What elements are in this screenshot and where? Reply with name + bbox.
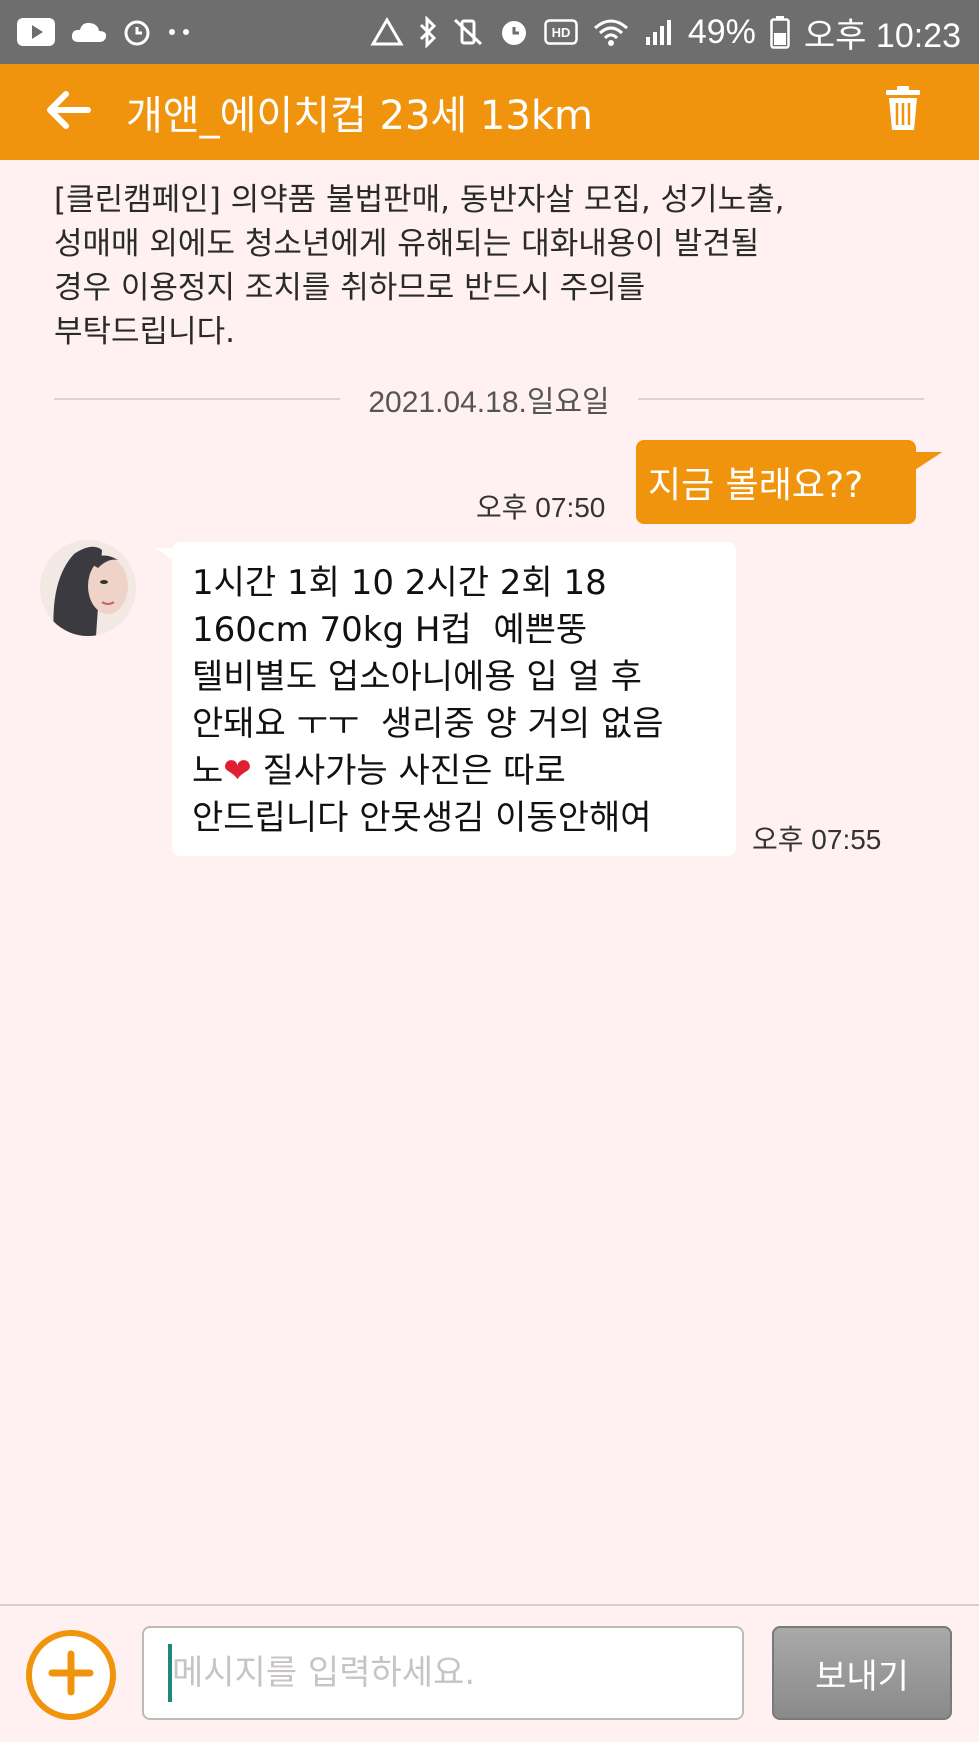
back-button[interactable]	[44, 64, 126, 160]
incoming-message-time: 오후 07:55	[752, 824, 882, 855]
status-bar-left	[16, 17, 194, 47]
divider-line-right	[637, 398, 925, 400]
outgoing-message-bubble[interactable]: 지금 볼래요??	[636, 440, 916, 524]
message-input[interactable]	[142, 1626, 744, 1720]
cloud-icon	[70, 20, 108, 44]
avatar[interactable]	[40, 540, 136, 636]
incoming-message-line-with-heart: 노❤ 질사가능 사진은 따로	[192, 748, 718, 795]
avatar-image	[40, 540, 136, 636]
trash-icon	[883, 86, 923, 136]
signal-icon	[644, 17, 674, 47]
back-arrow-icon	[44, 90, 92, 134]
incoming-message-line: 1시간 1회 10 2시간 2회 18	[192, 563, 607, 603]
recycle-icon	[370, 17, 404, 47]
more-dots-icon	[166, 27, 194, 37]
divider-line-left	[54, 398, 341, 400]
incoming-message-line: 안돼요 ㅜㅜ 생리중 양 거의 없음	[192, 704, 664, 744]
incoming-message-line: 안드립니다 안못생김 이동안해여	[192, 798, 652, 838]
incoming-message-text: 노	[192, 751, 224, 791]
send-button[interactable]: 보내기	[772, 1626, 952, 1720]
status-time: 오후 10:23	[803, 16, 961, 55]
outgoing-message-text: 지금 볼래요??	[648, 465, 864, 506]
hd-icon: HD	[544, 19, 578, 45]
youtube-icon	[16, 17, 56, 47]
status-bar-right: HD 49% 오후 10:23	[370, 8, 961, 57]
incoming-message-bubble[interactable]: 1시간 1회 10 2시간 2회 18 160cm 70kg H컵 예쁜뚱 텔비…	[172, 542, 736, 856]
svg-text:HD: HD	[551, 25, 570, 40]
date-divider: 2021.04.18.일요일	[54, 378, 925, 420]
chat-title: 개앤_에이치컵 23세 13km	[126, 93, 593, 139]
clean-campaign-notice: [클린캠페인] 의약품 불법판매, 동반자살 모집, 성기노출, 성매매 외에도…	[54, 182, 785, 350]
incoming-message-line: 160cm 70kg H컵 예쁜뚱	[192, 610, 588, 650]
incoming-message-text: 질사가능 사진은 따로	[251, 751, 566, 791]
vibrate-off-icon	[452, 17, 484, 47]
battery-percent: 49%	[687, 12, 756, 51]
battery-icon	[770, 15, 790, 49]
attach-button[interactable]	[26, 1630, 116, 1720]
wifi-icon	[592, 17, 630, 47]
status-bar: HD 49% 오후 10:23	[0, 0, 979, 64]
date-label: 2021.04.18.일요일	[368, 386, 610, 419]
bluetooth-icon	[418, 16, 438, 48]
outgoing-message-time: 오후 07:50	[476, 492, 606, 523]
incoming-message-line: 텔비별도 업소아니에용 입 얼 후	[192, 657, 642, 697]
alarm-icon	[122, 17, 152, 47]
alarm-clock-icon	[498, 16, 530, 48]
delete-chat-button[interactable]	[883, 86, 927, 136]
plus-icon	[46, 1648, 96, 1702]
heart-icon: ❤	[223, 751, 252, 791]
text-cursor	[168, 1644, 172, 1702]
chat-header: 개앤_에이치컵 23세 13km	[0, 64, 979, 160]
